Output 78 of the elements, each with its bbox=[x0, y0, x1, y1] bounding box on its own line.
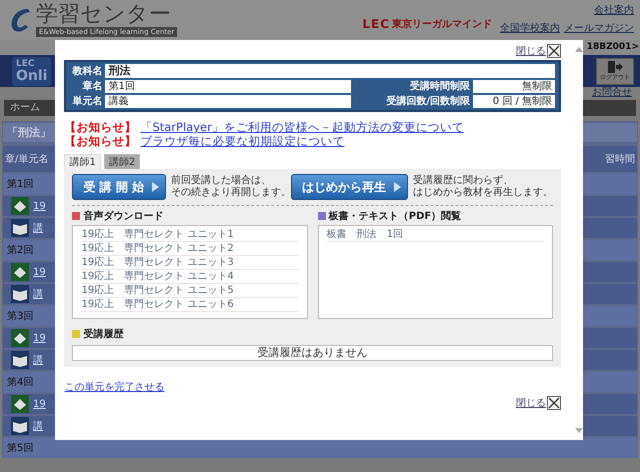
close-link[interactable]: 閉じる bbox=[516, 396, 546, 410]
user-code: 18BZ001> bbox=[586, 41, 639, 54]
section-heading: 受講履歴 bbox=[83, 328, 124, 341]
subject-field: 刑法 bbox=[105, 64, 555, 78]
site-title: 学習センター bbox=[36, 3, 172, 27]
contact-link[interactable]: お問合せ bbox=[592, 87, 632, 99]
history-icon bbox=[72, 330, 80, 338]
field-label: 教科名 bbox=[71, 64, 102, 78]
brand-name: 東京リーガルマインド bbox=[392, 17, 492, 31]
close-link[interactable]: 閉じる bbox=[516, 44, 546, 58]
unit-link[interactable]: 講 bbox=[33, 287, 43, 301]
notice-tag: 【お知らせ】 bbox=[64, 134, 136, 148]
section-title: 第2回 bbox=[7, 244, 34, 257]
close-icon[interactable] bbox=[547, 44, 561, 58]
tab[interactable]: 講師2 bbox=[104, 154, 140, 169]
section-heading: 音声ダウンロード bbox=[83, 209, 164, 223]
section-title: 第3回 bbox=[7, 310, 34, 323]
test-icon bbox=[11, 263, 29, 281]
test-icon bbox=[11, 197, 29, 215]
time-limit-field: 無制限 bbox=[473, 80, 555, 92]
scroll-down-icon[interactable] bbox=[575, 428, 583, 434]
column-header: 習時間 bbox=[605, 152, 635, 166]
unit-link[interactable]: 19 bbox=[33, 266, 46, 278]
notice-link[interactable]: 「StarPlayer」をご利用の皆様へ－起動方法の変更について bbox=[140, 120, 464, 134]
scroll-up-icon[interactable] bbox=[575, 46, 583, 52]
course-title: 「刑法」 bbox=[7, 126, 51, 139]
home-link[interactable]: ホーム bbox=[10, 102, 40, 114]
unit-link[interactable]: 19 bbox=[33, 398, 46, 410]
header-link[interactable]: 会社案内 bbox=[594, 3, 634, 17]
empty-message: 受講履歴はありません bbox=[258, 346, 368, 359]
audio-item[interactable]: 19応上 専門セレクト ユニット5 bbox=[81, 284, 299, 298]
section-heading: 板書・テキスト（PDF）閲覧 bbox=[328, 210, 462, 223]
unit-field: 講義 bbox=[105, 94, 351, 108]
play-button[interactable]: 受 講 開 始 bbox=[72, 174, 166, 200]
count-field: 0 回 / 無制限 bbox=[473, 94, 555, 108]
section-title: 第4回 bbox=[7, 376, 34, 389]
audio-item[interactable]: 19応上 専門セレクト ユニット4 bbox=[81, 270, 299, 284]
complete-link[interactable]: この単元を完了させる bbox=[64, 382, 164, 393]
notice-tag: 【お知らせ】 bbox=[64, 120, 136, 134]
unit-link[interactable]: 19 bbox=[33, 200, 46, 212]
online-logo[interactable]: LEC Onli bbox=[12, 56, 52, 86]
document-icon bbox=[318, 212, 326, 220]
book-icon bbox=[11, 219, 29, 237]
play-button[interactable]: はじめから再生 bbox=[291, 174, 408, 200]
test-icon bbox=[11, 395, 29, 413]
audio-item[interactable]: 19応上 専門セレクト ユニット6 bbox=[81, 298, 299, 312]
unit-link[interactable]: 講 bbox=[33, 221, 43, 235]
field-label: 受講時間制限 bbox=[409, 80, 470, 93]
brand-logo: LEC bbox=[362, 17, 390, 31]
button-description: 受講履歴に関わらず、 はじめから教材を再生します。 bbox=[413, 175, 553, 199]
audio-item[interactable]: 19応上 専門セレクト ユニット2 bbox=[81, 242, 299, 256]
play-arrow-icon bbox=[394, 182, 401, 192]
field-label: 受講回数/回数制限 bbox=[385, 94, 470, 108]
close-icon[interactable] bbox=[547, 396, 561, 410]
test-icon bbox=[11, 329, 29, 347]
button-description: 前回受講した場合は、 その続きより再開します。 bbox=[171, 175, 291, 199]
pdf-item[interactable]: 板書 刑法 1回 bbox=[326, 228, 544, 242]
audio-item[interactable]: 19応上 専門セレクト ユニット1 bbox=[81, 228, 299, 242]
audio-icon bbox=[72, 212, 80, 220]
field-label: 章名 bbox=[81, 79, 102, 93]
unit-link[interactable]: 19 bbox=[33, 332, 46, 344]
unit-link[interactable]: 講 bbox=[33, 419, 43, 433]
book-icon bbox=[11, 285, 29, 303]
door-icon bbox=[607, 60, 623, 72]
field-label: 単元名 bbox=[71, 94, 102, 108]
audio-item[interactable]: 19応上 専門セレクト ユニット3 bbox=[81, 256, 299, 270]
section-title: 第5回 bbox=[7, 442, 34, 455]
book-icon bbox=[11, 351, 29, 369]
book-icon bbox=[11, 417, 29, 435]
section-title: 第1回 bbox=[7, 178, 34, 191]
header-link[interactable]: メールマガジン bbox=[564, 21, 634, 35]
unit-link[interactable]: 講 bbox=[33, 353, 43, 367]
chapter-field: 第1回 bbox=[105, 80, 351, 92]
header-link[interactable]: 全国学校案内 bbox=[500, 21, 560, 35]
column-header: 章/単元名 bbox=[5, 152, 48, 166]
tab[interactable]: 講師1 bbox=[64, 154, 101, 169]
notice-link[interactable]: ブラウザ毎に必要な初期設定について bbox=[140, 134, 344, 148]
play-arrow-icon bbox=[152, 182, 159, 192]
